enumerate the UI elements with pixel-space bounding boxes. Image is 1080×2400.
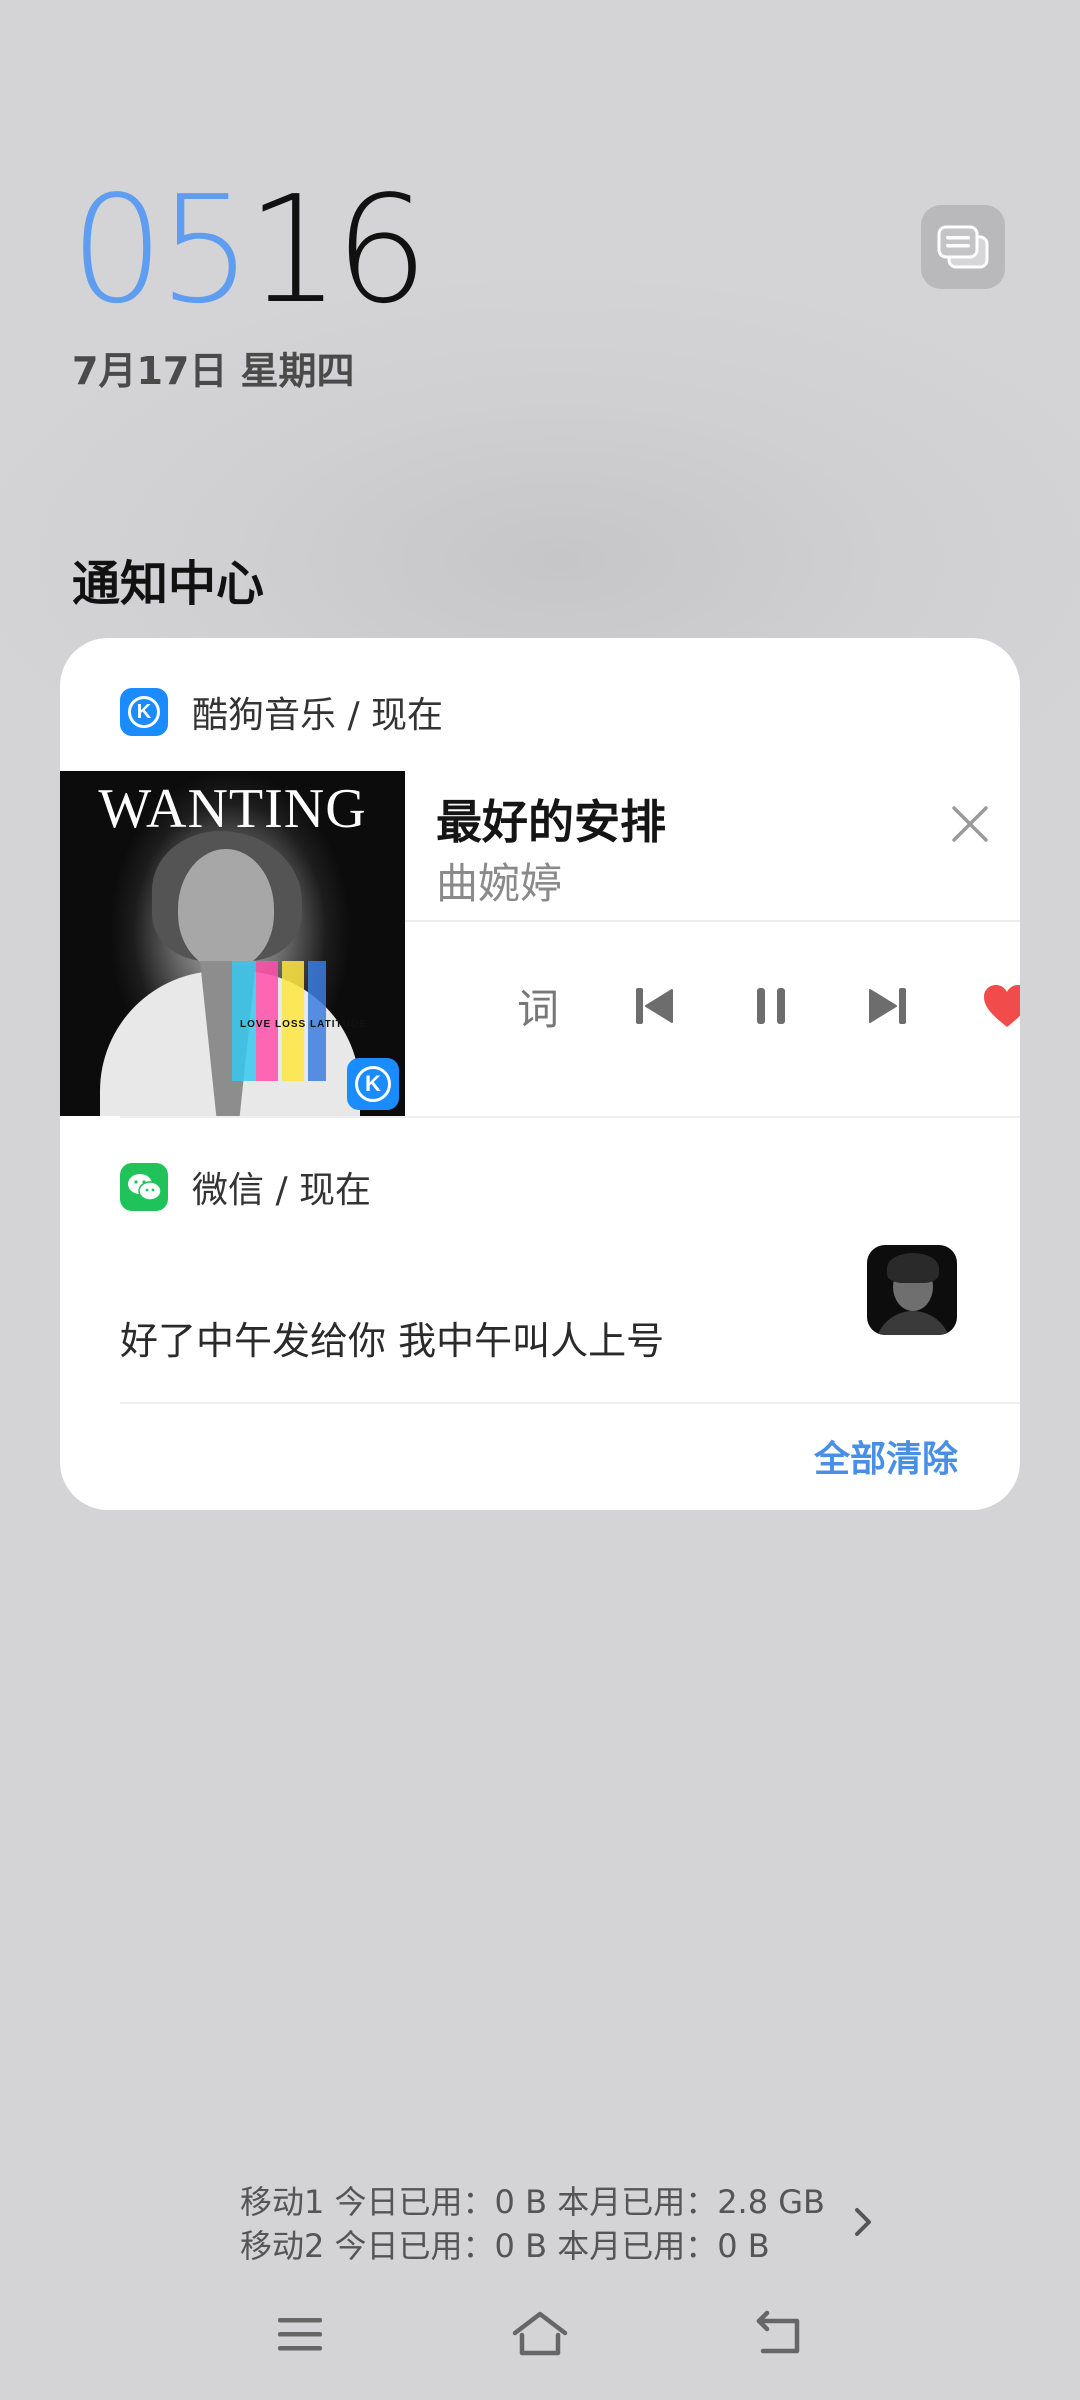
divider	[120, 1402, 1020, 1404]
menu-button[interactable]	[268, 2302, 332, 2366]
album-subtitle: LOVE LOSS LATITUDE	[240, 1019, 367, 1030]
wechat-notification-header[interactable]: 微信 / 现在	[120, 1161, 371, 1213]
chevron-right-icon[interactable]	[848, 2204, 878, 2240]
lyrics-button[interactable]: 词	[508, 976, 568, 1036]
menu-icon	[278, 2318, 322, 2351]
close-music-button[interactable]	[948, 802, 992, 846]
previous-button[interactable]	[624, 976, 684, 1036]
avatar	[867, 1245, 957, 1335]
clock-minute: 16	[246, 164, 428, 336]
notification-card: K 酷狗音乐 / 现在 WANTING LOVE LOSS LATITUDE K…	[60, 638, 1020, 1510]
pause-icon	[757, 988, 785, 1024]
clock: 0516	[70, 170, 429, 330]
notification-center-title: 通知中心	[72, 556, 265, 612]
media-controls: 词	[405, 956, 1020, 1056]
data-usage-line-2: 移动2 今日已用：0 B 本月已用：0 B	[240, 2227, 770, 2265]
wechat-icon	[120, 1163, 168, 1211]
back-button[interactable]	[748, 2302, 812, 2366]
album-art[interactable]: WANTING LOVE LOSS LATITUDE K	[60, 771, 405, 1116]
heart-icon	[984, 985, 1020, 1027]
wechat-app-label: 微信 / 现在	[192, 1170, 372, 1211]
song-artist: 曲婉婷	[436, 859, 563, 908]
next-icon	[869, 988, 906, 1024]
date-label: 7月17日 星期四	[72, 349, 355, 393]
kugou-icon: K	[120, 688, 168, 736]
clear-all-button[interactable]: 全部清除	[814, 1430, 958, 1482]
music-app-label: 酷狗音乐 / 现在	[192, 695, 444, 736]
home-icon	[512, 2311, 568, 2356]
previous-icon	[636, 988, 673, 1024]
album-title: WANTING	[98, 778, 367, 840]
divider	[120, 1116, 1020, 1118]
back-icon	[756, 2310, 800, 2354]
clock-hour: 05	[70, 164, 252, 336]
close-icon	[952, 806, 988, 842]
music-notification-header[interactable]: K 酷狗音乐 / 现在	[120, 686, 443, 738]
home-button[interactable]	[508, 2302, 572, 2366]
data-usage-line-1: 移动1 今日已用：0 B 本月已用：2.8 GB	[240, 2183, 826, 2221]
next-button[interactable]	[858, 976, 918, 1036]
kugou-badge-icon: K	[347, 1058, 399, 1110]
notification-manage-button[interactable]	[921, 205, 1005, 289]
divider	[405, 920, 1020, 922]
data-usage[interactable]: 移动1 今日已用：0 B 本月已用：2.8 GB 移动2 今日已用：0 B 本月…	[240, 2180, 825, 2268]
wechat-message[interactable]: 好了中午发给你 我中午叫人上号	[120, 1310, 664, 1365]
notification-stack-icon	[937, 225, 989, 269]
like-button[interactable]	[977, 976, 1020, 1036]
song-title: 最好的安排	[436, 795, 666, 849]
pause-button[interactable]	[741, 976, 801, 1036]
